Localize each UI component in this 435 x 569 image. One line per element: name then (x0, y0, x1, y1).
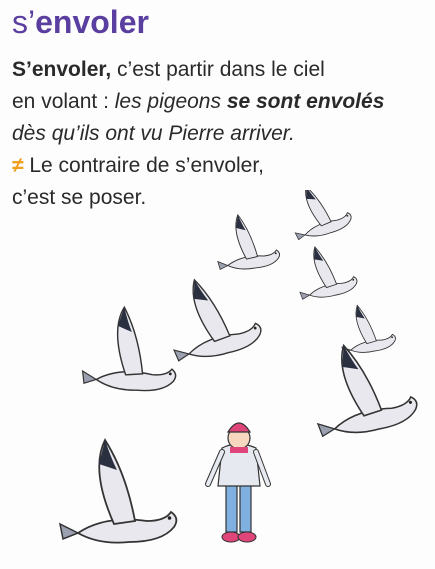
pigeon-5 (80, 303, 182, 395)
definition-line-1: S’envoler, c’est partir dans le ciel (12, 54, 432, 86)
headword: s’envoler (12, 2, 149, 42)
pigeon-6 (159, 267, 265, 365)
pigeon-3 (292, 240, 360, 302)
example-bold: se sont envolés (226, 90, 385, 113)
pigeon-8 (59, 439, 178, 544)
antonym-line-1: ≠ Le contraire de s’envoler, (12, 150, 432, 182)
illustration-pigeons (59, 190, 421, 544)
definition-line-2: en volant : les pigeons se sont envolés (12, 86, 432, 118)
headword-prefix: s’ (12, 4, 36, 40)
antonym-text-1: Le contraire de s’envoler, (23, 154, 265, 177)
pigeon-1 (283, 190, 355, 243)
definition-text-2: en volant : (12, 90, 115, 113)
definition-text-1: c’est partir dans le ciel (111, 58, 325, 81)
example-part-2: dès qu’ils ont vu Pierre arriver. (12, 122, 295, 145)
pigeon-2 (213, 211, 282, 272)
child-figure (205, 422, 271, 543)
definition-term: S’envoler, (12, 58, 112, 81)
not-equal-icon: ≠ (12, 154, 24, 177)
headword-stem: envoler (35, 4, 149, 40)
example-part-1: les pigeons (114, 90, 227, 113)
